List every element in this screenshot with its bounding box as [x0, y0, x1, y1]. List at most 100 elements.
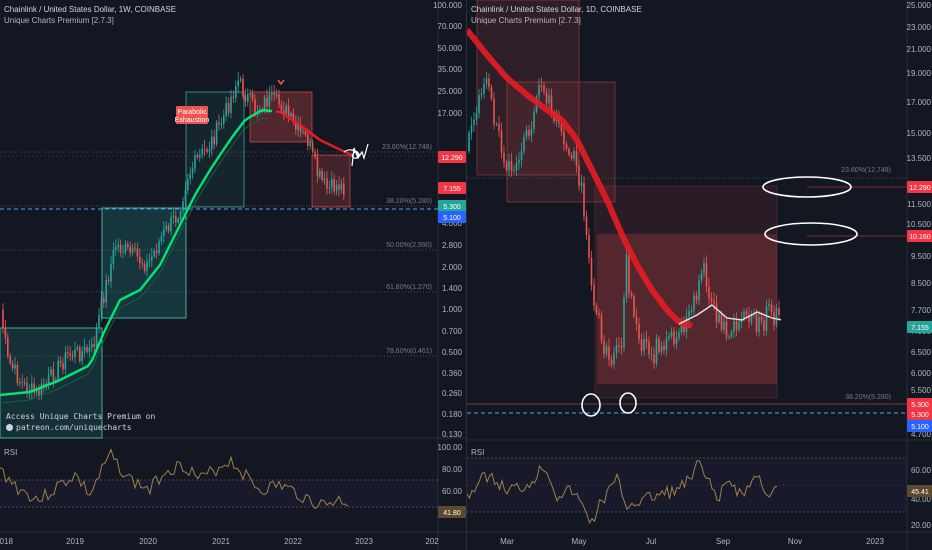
indicator-name[interactable]: Unique Charts Premium [2.7.3]: [4, 15, 176, 26]
price-candle: [146, 261, 148, 272]
price-candle: [184, 190, 187, 202]
time-scale-label: Mar: [500, 537, 514, 546]
time-scale-label: 2020: [139, 537, 157, 546]
price-candle: [665, 338, 668, 351]
price-candle: [179, 211, 182, 220]
price-candle: [725, 321, 728, 338]
price-candle: [690, 310, 693, 312]
price-candle: [728, 336, 730, 338]
price-scale-label: 6.500: [911, 348, 932, 357]
daily-chart-pane[interactable]: 25.000 23.000 21.000 19.000 17.000 15.000 13.5…: [466, 0, 932, 550]
price-candle: [160, 236, 163, 242]
price-candle: [615, 345, 618, 353]
fib-level-label: 38.20%(5.280): [386, 198, 432, 205]
price-candle: [21, 381, 23, 383]
promo-link[interactable]: patreon.com/uniquecharts: [16, 422, 132, 433]
symbol-title[interactable]: Chainlink / United States Dollar, 1D, CO…: [471, 4, 642, 15]
price-candle: [768, 304, 770, 307]
price-candle: [673, 331, 675, 344]
price-candle: [503, 152, 505, 163]
promo-line: Access Unique Charts Premium on: [6, 412, 156, 421]
weekly-chart-pane[interactable]: 100.000 70.000 50.000 35.000 25.000 17.000 4.0…: [0, 0, 466, 550]
price-candle: [343, 183, 345, 196]
price-candle: [244, 95, 247, 102]
price-candle: [533, 112, 535, 129]
price-candle: [475, 112, 478, 120]
price-candle: [513, 169, 515, 171]
price-scale-label: 10.500: [907, 220, 932, 229]
price-candle: [81, 351, 83, 362]
parabolic-tag-text: Exhaustion: [175, 117, 210, 124]
price-candle: [141, 263, 143, 265]
price-candle: [7, 337, 9, 356]
price-candle: [189, 173, 191, 180]
price-candle: [710, 298, 713, 301]
time-scale-label: 2023: [355, 537, 373, 546]
price-scale-label: 17.000: [907, 98, 932, 107]
price-candle: [525, 129, 528, 137]
price-scale-label: 0.700: [442, 327, 463, 336]
price-candle: [705, 263, 708, 287]
price-candle: [645, 339, 648, 342]
price-candle: [733, 320, 735, 333]
symbol-title[interactable]: Chainlink / United States Dollar, 1W, CO…: [4, 4, 176, 15]
hand-drawn-circle: [764, 222, 858, 246]
weekly-price-chart[interactable]: 100.00070.00050.00035.00025.00017.0004.0…: [0, 0, 466, 550]
price-candle: [254, 99, 256, 113]
price-candle: [38, 389, 40, 397]
rsi-scale-label: 60.00: [442, 487, 463, 496]
price-tag-red-text: 10.160: [909, 234, 931, 241]
price-candle: [100, 298, 103, 316]
rsi-pane-label[interactable]: RSI: [4, 448, 17, 457]
price-candle: [508, 160, 510, 171]
price-candle: [635, 316, 638, 324]
price-candle: [618, 345, 620, 347]
fib-level-label: 23.60%(12.748): [841, 167, 891, 174]
price-candle: [139, 256, 141, 264]
price-candle: [47, 374, 50, 384]
price-candle: [588, 235, 590, 258]
price-candle: [500, 130, 503, 153]
price-candle: [273, 93, 275, 95]
price-candle: [603, 340, 605, 355]
price-candle: [580, 182, 583, 187]
price-candle: [115, 246, 117, 250]
price-candle: [658, 338, 660, 353]
price-tag-teal-text: 5.300: [911, 412, 929, 419]
price-candle: [718, 314, 720, 322]
price-candle: [67, 352, 69, 354]
sell-marker-icon: [277, 79, 285, 86]
price-candle: [165, 225, 167, 230]
rsi-scale-label: 100.00: [438, 443, 463, 452]
price-candle: [98, 315, 100, 328]
price-candle: [307, 134, 309, 146]
rsi-value-tag-text: 45.41: [911, 489, 929, 496]
price-candle: [225, 103, 227, 116]
price-candle: [129, 247, 131, 253]
price-scale-label: 25.000: [438, 87, 463, 96]
price-candle: [249, 93, 251, 95]
price-candle: [490, 87, 493, 99]
price-candle: [237, 80, 239, 87]
price-candle: [93, 343, 95, 347]
price-candle: [333, 179, 335, 192]
price-candle: [643, 339, 645, 351]
price-candle: [648, 341, 650, 355]
price-candle: [340, 183, 343, 190]
daily-price-chart[interactable]: 25.000 23.000 21.000 19.000 17.000 15.000 13.5…: [467, 0, 932, 550]
price-candle: [608, 346, 610, 360]
price-candle: [191, 168, 194, 174]
price-candle: [143, 264, 146, 272]
price-candle: [40, 383, 43, 397]
price-candle: [698, 280, 700, 301]
indicator-name[interactable]: Unique Charts Premium [2.7.3]: [471, 15, 642, 26]
price-candle: [700, 273, 703, 281]
price-candle: [540, 85, 543, 87]
price-candle: [575, 151, 578, 166]
price-candle: [232, 96, 235, 98]
price-candle: [201, 149, 203, 155]
price-candle: [11, 363, 14, 369]
price-candle: [480, 93, 483, 96]
rsi-pane-label[interactable]: RSI: [471, 448, 484, 457]
price-candle: [326, 178, 328, 189]
